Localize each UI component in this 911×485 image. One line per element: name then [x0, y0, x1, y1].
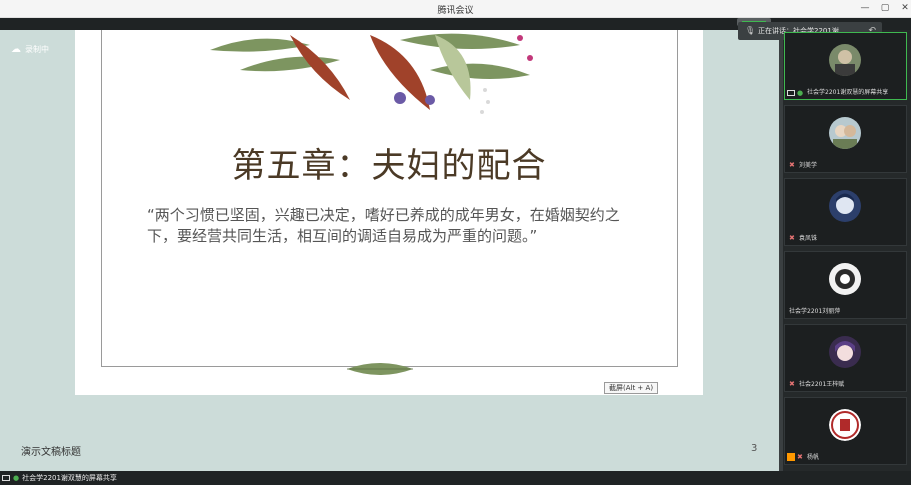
- avatar: [829, 117, 861, 149]
- title-bar: 腾讯会议 — ▢ ✕: [0, 0, 911, 18]
- participant-tile[interactable]: ✖ 袁凤铢: [784, 178, 907, 246]
- participant-name: 社会学2201刘丽萍: [789, 308, 841, 315]
- participant-tile[interactable]: ✖ 刘美学: [784, 105, 907, 173]
- microphone-icon: 🎙: [745, 26, 756, 35]
- screen-share-status[interactable]: ● 社会学2201谢双慧的屏幕共享: [2, 473, 117, 483]
- avatar: [829, 409, 861, 441]
- participant-name: 袁凤铢: [799, 235, 818, 242]
- screen-share-icon: [787, 90, 795, 96]
- maximize-icon[interactable]: ▢: [878, 2, 892, 15]
- shared-screen-stage: ☁ 录制中 第五章：夫妇的配合 “两个习惯已坚固，兴趣已决定，嗜好已养成的成年男…: [0, 30, 779, 471]
- panel-scrollbar[interactable]: [779, 30, 783, 471]
- slide-frame: [101, 30, 678, 367]
- avatar: [829, 336, 861, 368]
- window-title: 腾讯会议: [437, 6, 474, 16]
- participant-tile[interactable]: ● 社会学2201谢双慧的屏幕共享: [784, 32, 907, 100]
- mic-on-icon: ●: [797, 89, 804, 97]
- screenshot-shortcut-tip[interactable]: 截屏(Alt + A): [604, 382, 659, 394]
- mic-on-icon: ●: [13, 474, 20, 482]
- mic-muted-icon: ✖: [789, 234, 795, 242]
- participant-tile[interactable]: ✖ 杨帆: [784, 397, 907, 465]
- mic-muted-icon: ✖: [797, 453, 803, 461]
- close-icon[interactable]: ✕: [898, 2, 911, 15]
- presentation-slide: 第五章：夫妇的配合 “两个习惯已坚固，兴趣已决定，嗜好已养成的成年男女，在婚姻契…: [75, 30, 703, 395]
- page-number: 3: [751, 443, 758, 454]
- minimize-icon[interactable]: —: [858, 2, 872, 15]
- mic-muted-icon: ✖: [789, 161, 795, 169]
- cloud-icon: ☁: [11, 44, 21, 55]
- participant-name: 社会2201王梓赋: [799, 381, 845, 388]
- bottom-status-bar: ● 社会学2201谢双慧的屏幕共享: [0, 471, 911, 485]
- mic-muted-icon: ✖: [789, 380, 795, 388]
- avatar: [829, 44, 861, 76]
- screen-share-icon: [2, 475, 10, 481]
- leaf-decoration-bottom: [347, 363, 413, 375]
- host-badge-icon: [787, 453, 795, 461]
- avatar: [829, 190, 861, 222]
- avatar: [829, 263, 861, 295]
- participant-name: 社会学2201谢双慧的屏幕共享: [807, 89, 889, 96]
- slide-title: 第五章：夫妇的配合: [231, 146, 547, 186]
- slide-quote: “两个习惯已坚固，兴趣已决定，嗜好已养成的成年男女，在婚姻契约之下，要经营共同生…: [147, 206, 620, 245]
- participant-name: 杨帆: [807, 454, 820, 461]
- recording-label: 录制中: [25, 45, 49, 54]
- recording-indicator[interactable]: ☁ 录制中: [11, 44, 49, 55]
- deck-title: 演示文稿标题: [21, 447, 81, 458]
- participant-tile[interactable]: 社会学2201刘丽萍: [784, 251, 907, 319]
- participant-tile[interactable]: ✖ 社会2201王梓赋: [784, 324, 907, 392]
- participant-name: 刘美学: [799, 162, 818, 169]
- share-label: 社会学2201谢双慧的屏幕共享: [22, 474, 117, 482]
